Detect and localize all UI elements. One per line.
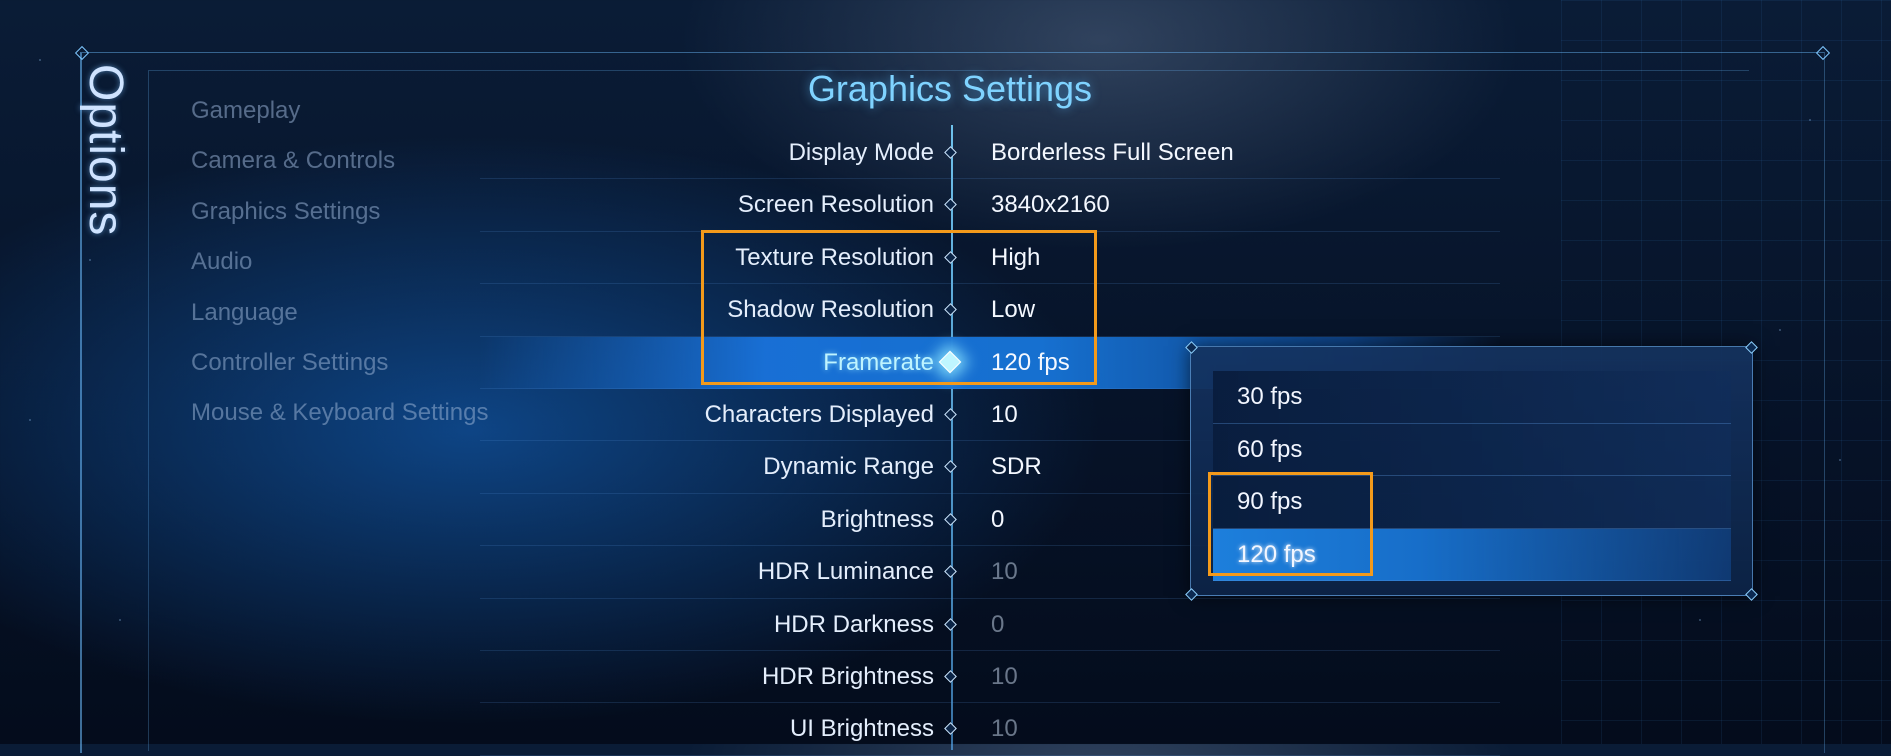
- diamond-icon: [944, 670, 957, 683]
- nav-item-controller-settings[interactable]: Controller Settings: [191, 338, 489, 388]
- nav-item-mouse-keyboard-settings[interactable]: Mouse & Keyboard Settings: [191, 388, 489, 438]
- annotation-highlight-box: [701, 230, 1097, 385]
- setting-row-hdr-brightness: HDR Brightness 10: [480, 651, 1500, 704]
- setting-label: Characters Displayed: [704, 400, 934, 428]
- setting-value: 10: [991, 662, 1018, 690]
- diamond-icon: [944, 617, 957, 631]
- framerate-option-60[interactable]: 60 fps: [1213, 423, 1731, 476]
- setting-label: Dynamic Range: [763, 453, 934, 481]
- diamond-icon: [944, 565, 957, 578]
- nav-item-language[interactable]: Language: [191, 288, 489, 338]
- setting-value: SDR: [991, 453, 1042, 481]
- nav-item-camera-controls[interactable]: Camera & Controls: [191, 136, 489, 186]
- options-menu-title: Options: [79, 64, 132, 237]
- setting-value: 10: [991, 400, 1018, 428]
- nav-item-audio[interactable]: Audio: [191, 237, 489, 287]
- diamond-icon: [944, 512, 957, 526]
- setting-label: Display Mode: [788, 139, 934, 166]
- nav-item-gameplay[interactable]: Gameplay: [191, 86, 489, 136]
- setting-label: HDR Brightness: [761, 662, 934, 690]
- annotation-highlight-box: [1208, 472, 1373, 576]
- setting-row-screen-resolution[interactable]: Screen Resolution 3840x2160: [480, 179, 1500, 232]
- setting-label: HDR Darkness: [773, 610, 934, 638]
- setting-label: UI Brightness: [789, 715, 934, 743]
- setting-row-ui-brightness: UI Brightness 10: [480, 703, 1500, 756]
- setting-value: 10: [991, 715, 1018, 743]
- diamond-icon: [944, 408, 957, 421]
- nav-item-graphics-settings[interactable]: Graphics Settings: [191, 187, 489, 237]
- diamond-icon: [944, 722, 957, 736]
- diamond-icon: [944, 198, 957, 212]
- setting-value: 0: [991, 505, 1005, 533]
- setting-label: HDR Luminance: [757, 558, 934, 586]
- setting-row-display-mode[interactable]: Display Mode Borderless Full Screen: [480, 127, 1500, 180]
- setting-value: 0: [991, 610, 1005, 638]
- diamond-icon: [944, 460, 957, 474]
- setting-row-hdr-darkness: HDR Darkness 0: [480, 599, 1500, 651]
- framerate-option-30[interactable]: 30 fps: [1213, 371, 1731, 424]
- setting-value: 10: [991, 558, 1018, 586]
- diamond-icon: [944, 146, 957, 159]
- setting-value: 3840x2160: [991, 191, 1110, 219]
- setting-value: Borderless Full Screen: [991, 139, 1234, 166]
- setting-label: Screen Resolution: [737, 191, 934, 219]
- options-sidebar: Gameplay Camera & Controls Graphics Sett…: [191, 86, 489, 439]
- setting-label: Brightness: [820, 505, 934, 533]
- page-title: Graphics Settings: [807, 68, 1093, 109]
